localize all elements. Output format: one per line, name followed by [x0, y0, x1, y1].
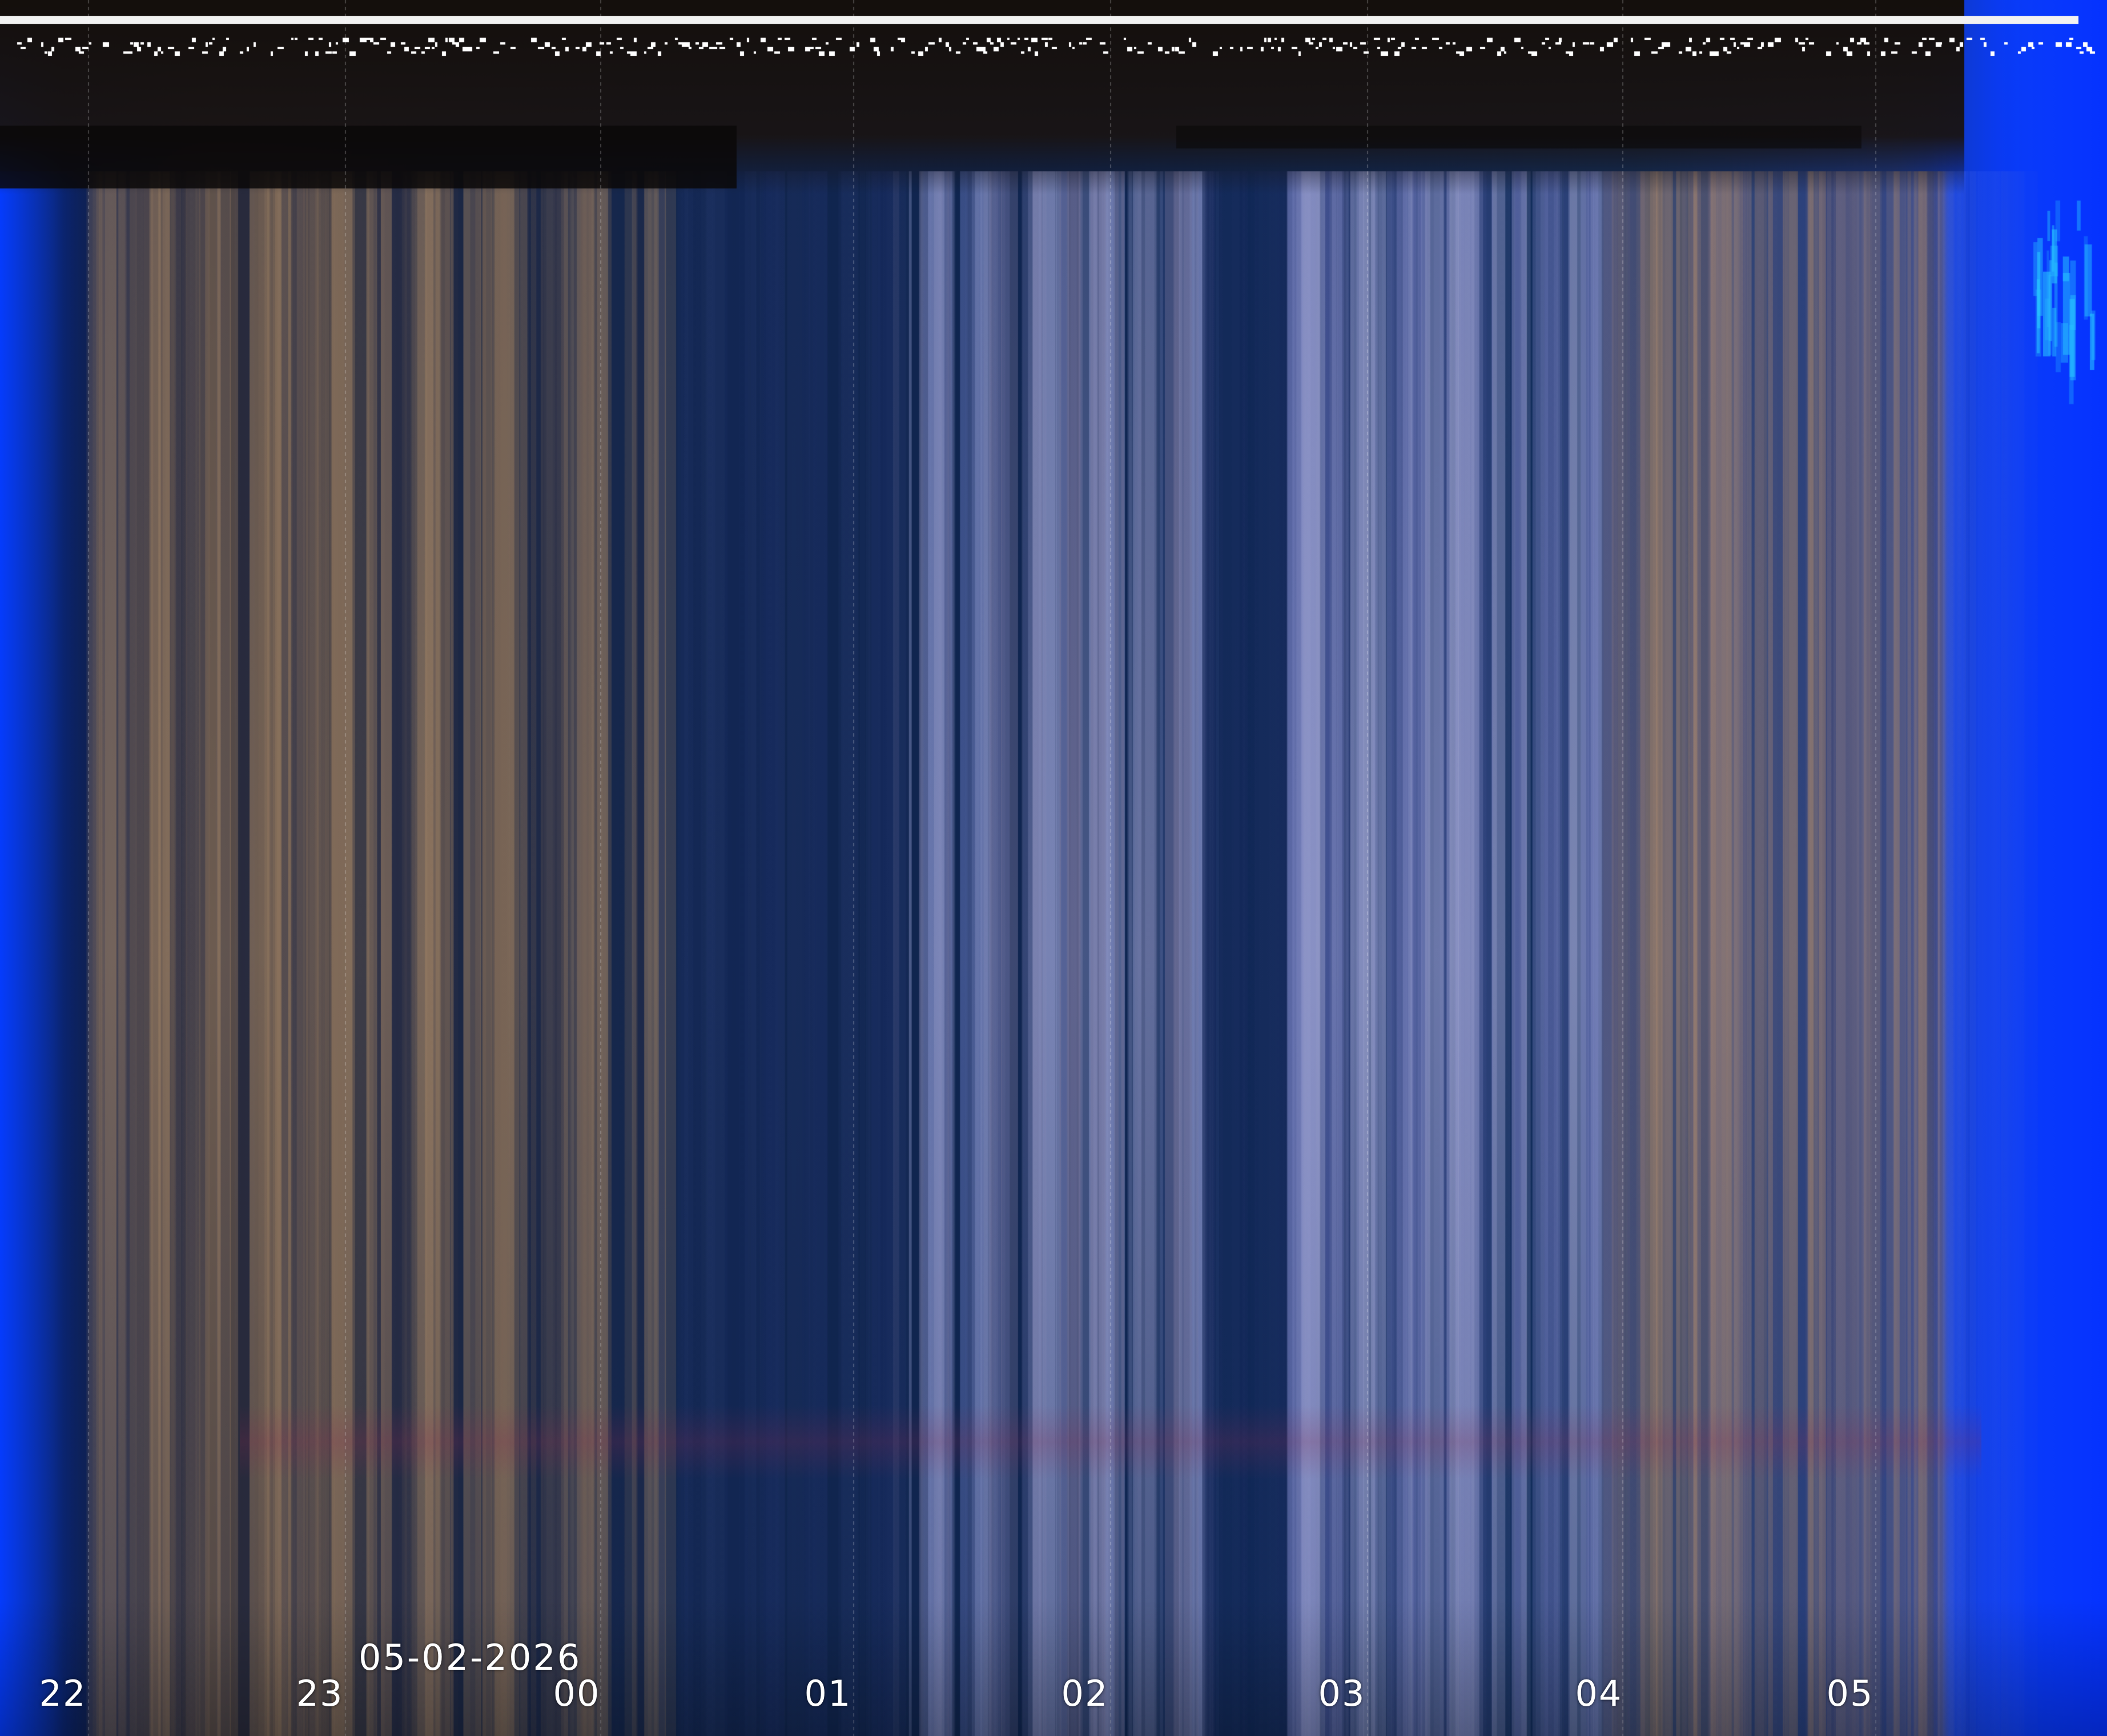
keogram-image: [0, 0, 2107, 1736]
hour-label-05: 05: [1826, 1673, 1874, 1714]
date-label: 05-02-2026: [359, 1637, 582, 1678]
hour-label-04: 04: [1575, 1673, 1623, 1714]
hour-label-02: 02: [1061, 1673, 1109, 1714]
hour-label-03: 03: [1318, 1673, 1366, 1714]
hour-label-22: 22: [39, 1673, 87, 1714]
keogram-viewer: 05-02-2026 22 23 00 01 02 03 04 05: [0, 0, 2107, 1736]
hour-label-23: 23: [296, 1673, 344, 1714]
hour-label-01: 01: [804, 1673, 852, 1714]
hour-label-00: 00: [553, 1673, 601, 1714]
